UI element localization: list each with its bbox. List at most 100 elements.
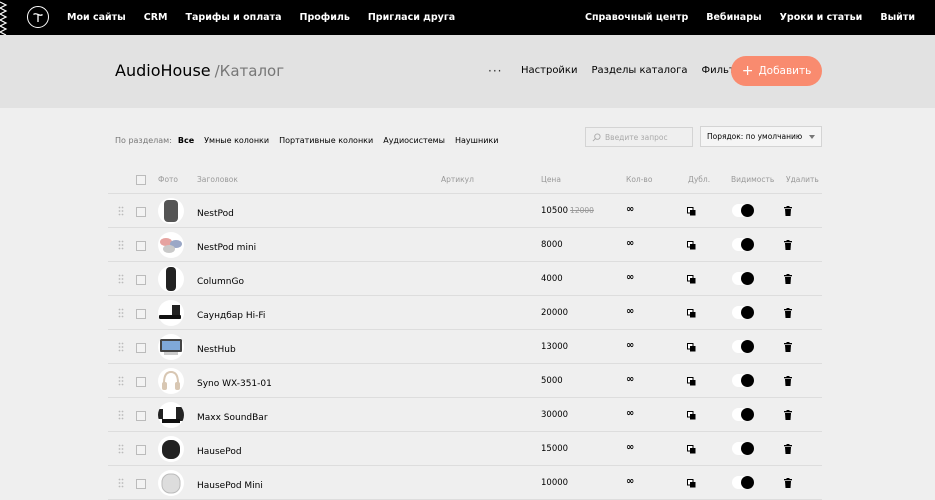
catalog-sections-link[interactable]: Разделы каталога (591, 65, 687, 76)
filter-portable-speakers[interactable]: Портативные колонки (279, 136, 373, 145)
visibility-toggle[interactable] (732, 408, 754, 421)
trash-icon[interactable] (784, 376, 792, 386)
filter-audio-systems[interactable]: Аудиосистемы (383, 136, 445, 145)
column-speaker-black-photo[interactable] (158, 266, 184, 292)
trash-icon[interactable] (784, 308, 792, 318)
product-row[interactable]: NestPod mini 8000 ∞ (108, 228, 822, 262)
duplicate-icon[interactable] (687, 377, 696, 386)
round-speaker-white-photo[interactable] (158, 470, 184, 496)
row-checkbox[interactable] (136, 309, 146, 319)
nav-help-center[interactable]: Справочный центр (585, 12, 688, 23)
row-checkbox[interactable] (136, 241, 146, 251)
drag-handle-icon[interactable] (118, 308, 124, 318)
settings-link[interactable]: Настройки (521, 65, 577, 76)
trash-icon[interactable] (784, 478, 792, 488)
product-row[interactable]: NestHub 13000 ∞ (108, 330, 822, 364)
nav-my-sites[interactable]: Мои сайты (67, 12, 126, 23)
nav-profile[interactable]: Профиль (300, 12, 350, 23)
drag-handle-icon[interactable] (118, 240, 124, 250)
drag-handle-icon[interactable] (118, 342, 124, 352)
row-checkbox[interactable] (136, 411, 146, 421)
visibility-toggle[interactable] (732, 238, 754, 251)
duplicate-icon[interactable] (687, 241, 696, 250)
sort-select[interactable]: Порядок: по умолчанию (700, 126, 822, 147)
tilda-logo-icon[interactable] (27, 6, 49, 28)
smart-speaker-gray-photo[interactable] (158, 198, 184, 224)
nav-webinars[interactable]: Вебинары (706, 12, 761, 23)
product-quantity[interactable]: ∞ (626, 476, 634, 487)
round-speaker-black-photo[interactable] (158, 436, 184, 462)
nav-lessons[interactable]: Уроки и статьи (780, 12, 863, 23)
row-checkbox[interactable] (136, 343, 146, 353)
filter-all[interactable]: Все (178, 136, 194, 145)
select-all-checkbox[interactable] (136, 175, 146, 185)
product-price[interactable]: 10500 12000 (541, 206, 594, 216)
soundbar-black-photo[interactable] (158, 300, 184, 326)
row-checkbox[interactable] (136, 275, 146, 285)
product-price[interactable]: 5000 (541, 376, 565, 386)
search-input[interactable] (605, 132, 690, 142)
product-row[interactable]: Саундбар Hi-Fi 20000 ∞ (108, 296, 822, 330)
trash-icon[interactable] (784, 206, 792, 216)
nav-crm[interactable]: CRM (144, 12, 168, 23)
product-row[interactable]: NestPod 10500 12000 ∞ (108, 194, 822, 228)
drag-handle-icon[interactable] (118, 206, 124, 216)
add-product-button[interactable]: + Добавить (731, 56, 822, 86)
product-row[interactable]: Maxx SoundBar 30000 ∞ (108, 398, 822, 432)
trash-icon[interactable] (784, 240, 792, 250)
visibility-toggle[interactable] (732, 204, 754, 217)
filter-smart-speakers[interactable]: Умные колонки (204, 136, 269, 145)
visibility-toggle[interactable] (732, 272, 754, 285)
project-name[interactable]: AudioHouse (115, 61, 211, 80)
duplicate-icon[interactable] (687, 207, 696, 216)
product-name[interactable]: ColumnGo (197, 277, 244, 287)
drag-handle-icon[interactable] (118, 274, 124, 284)
product-name[interactable]: NestHub (197, 345, 236, 355)
product-quantity[interactable]: ∞ (626, 272, 634, 283)
product-price[interactable]: 10000 (541, 478, 570, 488)
visibility-toggle[interactable] (732, 374, 754, 387)
row-checkbox[interactable] (136, 207, 146, 217)
product-quantity[interactable]: ∞ (626, 204, 634, 215)
product-quantity[interactable]: ∞ (626, 340, 634, 351)
product-row[interactable]: Syno WX-351-01 5000 ∞ (108, 364, 822, 398)
row-checkbox[interactable] (136, 445, 146, 455)
product-price[interactable]: 15000 (541, 444, 570, 454)
nav-tariffs[interactable]: Тарифы и оплата (186, 12, 282, 23)
filter-headphones[interactable]: Наушники (455, 136, 498, 145)
trash-icon[interactable] (784, 444, 792, 454)
product-quantity[interactable]: ∞ (626, 374, 634, 385)
product-name[interactable]: Саундбар Hi-Fi (197, 311, 265, 321)
trash-icon[interactable] (784, 274, 792, 284)
product-row[interactable]: HausePod Mini 10000 ∞ (108, 466, 822, 500)
headphones-beige-photo[interactable] (158, 368, 184, 394)
visibility-toggle[interactable] (732, 442, 754, 455)
product-row[interactable]: HausePod 15000 ∞ (108, 432, 822, 466)
product-name[interactable]: Maxx SoundBar (197, 413, 268, 423)
product-quantity[interactable]: ∞ (626, 306, 634, 317)
nav-logout[interactable]: Выйти (880, 12, 915, 23)
drag-handle-icon[interactable] (118, 410, 124, 420)
trash-icon[interactable] (784, 342, 792, 352)
soundbar-set-photo[interactable] (158, 402, 184, 428)
drag-handle-icon[interactable] (118, 444, 124, 454)
duplicate-icon[interactable] (687, 411, 696, 420)
product-name[interactable]: NestPod mini (197, 243, 256, 253)
product-price[interactable]: 30000 (541, 410, 570, 420)
product-quantity[interactable]: ∞ (626, 238, 634, 249)
product-row[interactable]: ColumnGo 4000 ∞ (108, 262, 822, 296)
product-name[interactable]: HausePod Mini (197, 481, 263, 491)
mini-speakers-colored-photo[interactable] (158, 232, 184, 258)
product-quantity[interactable]: ∞ (626, 408, 634, 419)
drag-handle-icon[interactable] (118, 376, 124, 386)
visibility-toggle[interactable] (732, 306, 754, 319)
visibility-toggle[interactable] (732, 340, 754, 353)
smart-display-photo[interactable] (158, 334, 184, 360)
duplicate-icon[interactable] (687, 343, 696, 352)
more-menu-button[interactable]: ··· (488, 64, 502, 78)
drag-handle-icon[interactable] (118, 478, 124, 488)
row-checkbox[interactable] (136, 377, 146, 387)
trash-icon[interactable] (784, 410, 792, 420)
visibility-toggle[interactable] (732, 476, 754, 489)
product-name[interactable]: Syno WX-351-01 (197, 379, 272, 389)
